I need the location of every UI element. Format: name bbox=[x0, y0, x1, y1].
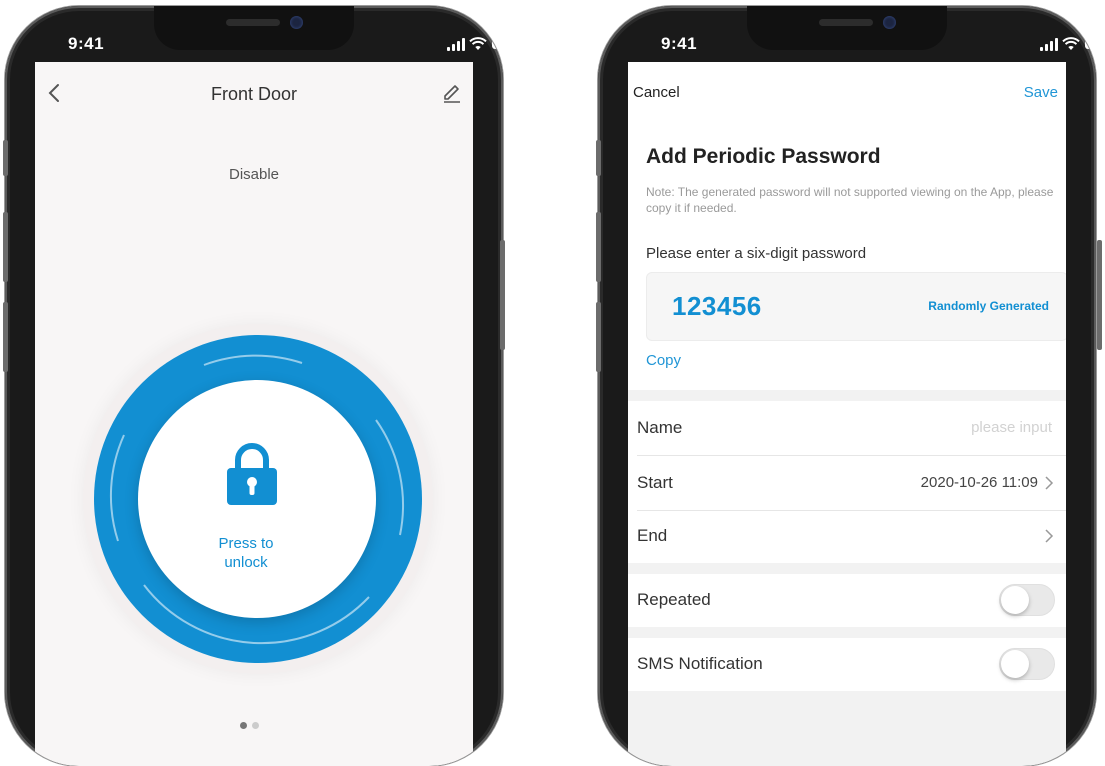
press-to-unlock-label[interactable]: Press to unlock bbox=[35, 534, 473, 572]
password-field[interactable]: 123456 Randomly Generated bbox=[646, 272, 1066, 341]
notch bbox=[154, 6, 354, 50]
name-row[interactable]: Name please input bbox=[628, 401, 1066, 456]
edit-pencil-icon[interactable] bbox=[441, 82, 463, 104]
volume-up-button bbox=[3, 212, 8, 282]
wifi-icon bbox=[469, 37, 487, 50]
start-row[interactable]: Start 2020-10-26 11:09 bbox=[628, 456, 1066, 511]
cancel-button[interactable]: Cancel bbox=[633, 84, 680, 101]
chevron-right-icon bbox=[1045, 476, 1054, 490]
repeated-label: Repeated bbox=[637, 590, 711, 609]
battery-icon bbox=[1085, 39, 1096, 49]
front-camera bbox=[883, 16, 896, 29]
add-password-screen: Cancel Save Add Periodic Password Note: … bbox=[628, 62, 1066, 766]
phone-frame-left: 9:41 Front Door Disable Press to unlock bbox=[5, 6, 503, 766]
signal-icon bbox=[1040, 37, 1060, 51]
status-time: 9:41 bbox=[661, 34, 698, 53]
battery-icon bbox=[492, 39, 503, 49]
password-prompt: Please enter a six-digit password bbox=[646, 245, 867, 262]
volume-down-button bbox=[596, 302, 601, 372]
volume-down-button bbox=[3, 302, 8, 372]
save-button[interactable]: Save bbox=[1024, 84, 1058, 101]
mute-switch bbox=[3, 140, 8, 176]
start-label: Start bbox=[637, 473, 673, 492]
speaker bbox=[226, 19, 280, 26]
status-time: 9:41 bbox=[68, 34, 105, 53]
sms-label: SMS Notification bbox=[637, 654, 763, 673]
chevron-right-icon bbox=[1045, 529, 1054, 543]
toggle-knob bbox=[1001, 650, 1029, 678]
power-button bbox=[500, 240, 505, 350]
page-title: Add Periodic Password bbox=[646, 145, 881, 168]
lock-status-text: Disable bbox=[228, 166, 280, 183]
password-value[interactable]: 123456 bbox=[672, 291, 762, 322]
password-section: Cancel Save Add Periodic Password Note: … bbox=[628, 62, 1066, 390]
lock-screen: Front Door Disable Press to unlock bbox=[35, 62, 473, 766]
repeated-toggle[interactable] bbox=[999, 584, 1055, 616]
status-bar: 9:41 bbox=[598, 6, 1096, 62]
note-text: Note: The generated password will not su… bbox=[646, 185, 1054, 215]
page-indicator bbox=[240, 716, 264, 734]
end-row[interactable]: End bbox=[628, 511, 1066, 563]
end-label: End bbox=[637, 526, 668, 545]
sms-row: SMS Notification bbox=[628, 638, 1066, 691]
name-label: Name bbox=[637, 418, 683, 437]
mute-switch bbox=[596, 140, 601, 176]
power-button bbox=[1097, 240, 1102, 350]
volume-up-button bbox=[596, 212, 601, 282]
page-title: Front Door bbox=[210, 84, 298, 104]
page-dot-active bbox=[240, 722, 247, 729]
speaker bbox=[819, 19, 873, 26]
sms-toggle[interactable] bbox=[999, 648, 1055, 680]
phone-frame-right: 9:41 Cancel Save Add Periodic Password N… bbox=[598, 6, 1096, 766]
signal-icon bbox=[447, 37, 467, 51]
padlock-icon bbox=[227, 443, 277, 505]
repeated-row: Repeated bbox=[628, 574, 1066, 627]
wifi-icon bbox=[1062, 37, 1080, 50]
start-value: 2020-10-26 11:09 bbox=[920, 474, 1038, 491]
page-dot bbox=[252, 722, 259, 729]
notch bbox=[747, 6, 947, 50]
status-bar: 9:41 bbox=[5, 6, 503, 62]
copy-button[interactable]: Copy bbox=[646, 352, 681, 369]
front-camera bbox=[290, 16, 303, 29]
name-input[interactable]: please input bbox=[971, 419, 1052, 436]
randomly-generated-button[interactable]: Randomly Generated bbox=[928, 299, 1049, 313]
toggle-knob bbox=[1001, 586, 1029, 614]
